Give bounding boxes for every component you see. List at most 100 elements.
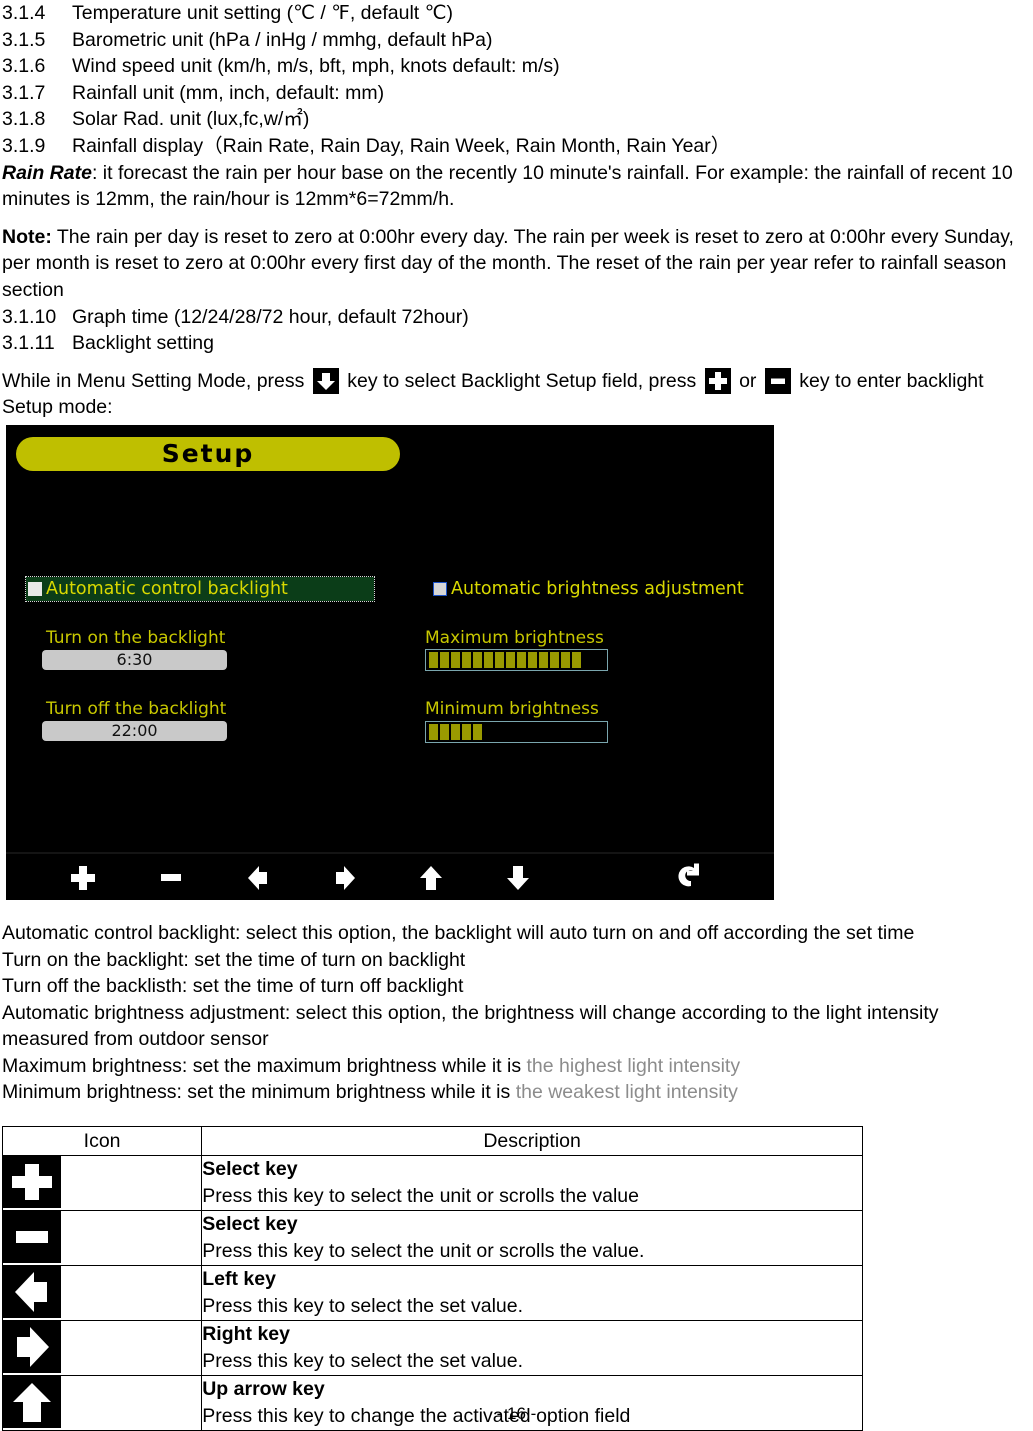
lcd-title-bar: Setup [16,436,400,471]
lcd-field-label-turn-on: Turn on the backlight [46,627,226,648]
checkbox-icon[interactable] [28,581,42,596]
lcd-option-label: Automatic brightness adjustment [451,578,744,599]
back-arrow-icon[interactable] [672,862,706,894]
rain-rate-text: : it forecast the rain per hour base on … [2,161,1013,211]
slider-segment [440,651,449,668]
instruction-paragraph: While in Menu Setting Mode, press key to… [0,367,1033,421]
lcd-option-label: Automatic control backlight [46,578,288,599]
row-title: Right key [202,1323,290,1346]
numbered-list-section-1: 3.1.4 Temperature unit setting (℃ / ℉, d… [0,0,1033,160]
item-number: 3.1.10 [2,305,57,328]
table-header-icon: Icon [1,1126,203,1157]
note-text: The rain per day is reset to zero at 0:0… [2,225,1014,301]
page-number: - 16 - [496,1404,537,1423]
table-cell-icon [1,1210,203,1267]
minus-icon [764,367,791,394]
item-text: Wind speed unit (km/h, m/s, bft, mph, kn… [72,55,560,78]
item-number: 3.1.11 [2,332,55,355]
list-item: 3.1.8 Solar Rad. unit (lux,fc,w/㎡) [2,106,1025,133]
down-arrow-icon[interactable] [501,862,535,894]
lcd-option-automatic-brightness-adjustment[interactable]: Automatic brightness adjustment [431,577,744,601]
item-text: Rainfall display（Rain Rate, Rain Day, Ra… [72,134,731,157]
description-line: Turn off the backlisth: set the time of … [2,975,464,998]
item-number: 3.1.9 [2,134,46,157]
checkbox-icon[interactable] [433,581,447,596]
table-header-row: Icon Description [1,1126,863,1157]
list-item: 3.1.4 Temperature unit setting (℃ / ℉, d… [2,0,1025,27]
description-line-maximum: Maximum brightness: set the maximum brig… [2,1053,1029,1080]
note-paragraph: Note: The rain per day is reset to zero … [0,224,1033,304]
table-cell-description: Select key Press this key to select the … [201,1210,863,1267]
item-text: Solar Rad. unit (lux,fc,w/㎡) [72,108,310,131]
table-row: Left key Press this key to select the se… [1,1265,863,1322]
item-number: 3.1.6 [2,55,46,78]
slider-segment [473,723,482,740]
table-row: Right key Press this key to select the s… [1,1320,863,1377]
document-page: 3.1.4 Temperature unit setting (℃ / ℉, d… [0,0,1033,1431]
plus-icon [3,1156,61,1209]
table-cell-description: Right key Press this key to select the s… [201,1320,863,1377]
row-text: Press this key to select the unit or scr… [202,1185,639,1208]
row-title: Up arrow key [202,1378,325,1401]
instruction-part-1: While in Menu Setting Mode, press [2,369,310,392]
lcd-slider-minimum-brightness[interactable] [425,720,608,743]
description-text: Minimum brightness: set the minimum brig… [2,1081,516,1104]
list-item: 3.1.9 Rainfall display（Rain Rate, Rain D… [2,133,1025,160]
note-label: Note: [2,225,52,248]
row-title: Select key [202,1158,298,1181]
minus-icon [3,1211,61,1264]
slider-segment [495,651,504,668]
description-text: Maximum brightness: set the maximum brig… [2,1054,527,1077]
slider-segment [462,723,471,740]
item-number: 3.1.5 [2,28,46,51]
lcd-time-field-turn-on[interactable]: 6:30 [42,649,227,670]
slider-segment [528,651,537,668]
right-arrow-icon [3,1321,61,1374]
rain-rate-label: Rain Rate [2,161,92,184]
description-text-grey: the weakest light intensity [515,1081,738,1104]
minus-icon[interactable] [154,862,188,894]
row-title: Left key [202,1268,276,1291]
table-cell-icon [1,1265,203,1322]
row-text: Press this key to select the set value. [202,1295,524,1318]
slider-segment [539,651,548,668]
item-text: Graph time (12/24/28/72 hour, default 72… [72,305,469,328]
right-arrow-icon[interactable] [328,862,362,894]
row-text: Press this key to select the set value. [202,1350,524,1373]
table-row: Select key Press this key to select the … [1,1210,863,1267]
lcd-time-value: 6:30 [116,650,153,670]
lcd-slider-maximum-brightness[interactable] [425,648,608,671]
slider-segment [440,723,449,740]
item-text: Barometric unit (hPa / inHg / mmhg, defa… [72,28,493,51]
slider-segment [506,651,515,668]
list-item: 3.1.7 Rainfall unit (mm, inch, default: … [2,80,1025,107]
item-text: Temperature unit setting (℃ / ℉, default… [72,2,454,24]
slider-segment [451,723,460,740]
item-text: Backlight setting [72,332,214,355]
list-item: 3.1.6 Wind speed unit (km/h, m/s, bft, m… [2,53,1025,80]
list-item: 3.1.11 Backlight setting [2,330,1025,357]
lcd-title-label: Setup [161,439,255,469]
slider-segment [572,651,581,668]
item-text: Rainfall unit (mm, inch, default: mm) [72,81,385,104]
icon-description-table: Icon Description Select key Press this k… [1,1126,863,1431]
description-text-grey: the highest light intensity [526,1054,741,1077]
lcd-option-automatic-control-backlight[interactable]: Automatic control backlight [25,575,375,602]
lcd-time-value: 22:00 [111,721,158,741]
left-arrow-icon [3,1266,61,1319]
table-row: Select key Press this key to select the … [1,1155,863,1212]
plus-icon [704,367,731,394]
lcd-field-label-turn-off: Turn off the backlight [46,698,227,719]
plus-icon[interactable] [66,862,100,894]
lcd-time-field-turn-off[interactable]: 22:00 [42,720,227,741]
up-arrow-icon[interactable] [414,862,448,894]
list-item: 3.1.10 Graph time (12/24/28/72 hour, def… [2,304,1025,331]
slider-segment [550,651,559,668]
description-block: Automatic control backlight: select this… [0,920,1033,1106]
lcd-toolbar [6,851,774,900]
left-arrow-icon[interactable] [241,862,275,894]
table-cell-icon [1,1320,203,1377]
table-cell-description: Left key Press this key to select the se… [201,1265,863,1322]
table-cell-icon [1,1155,203,1212]
slider-segment [429,723,438,740]
